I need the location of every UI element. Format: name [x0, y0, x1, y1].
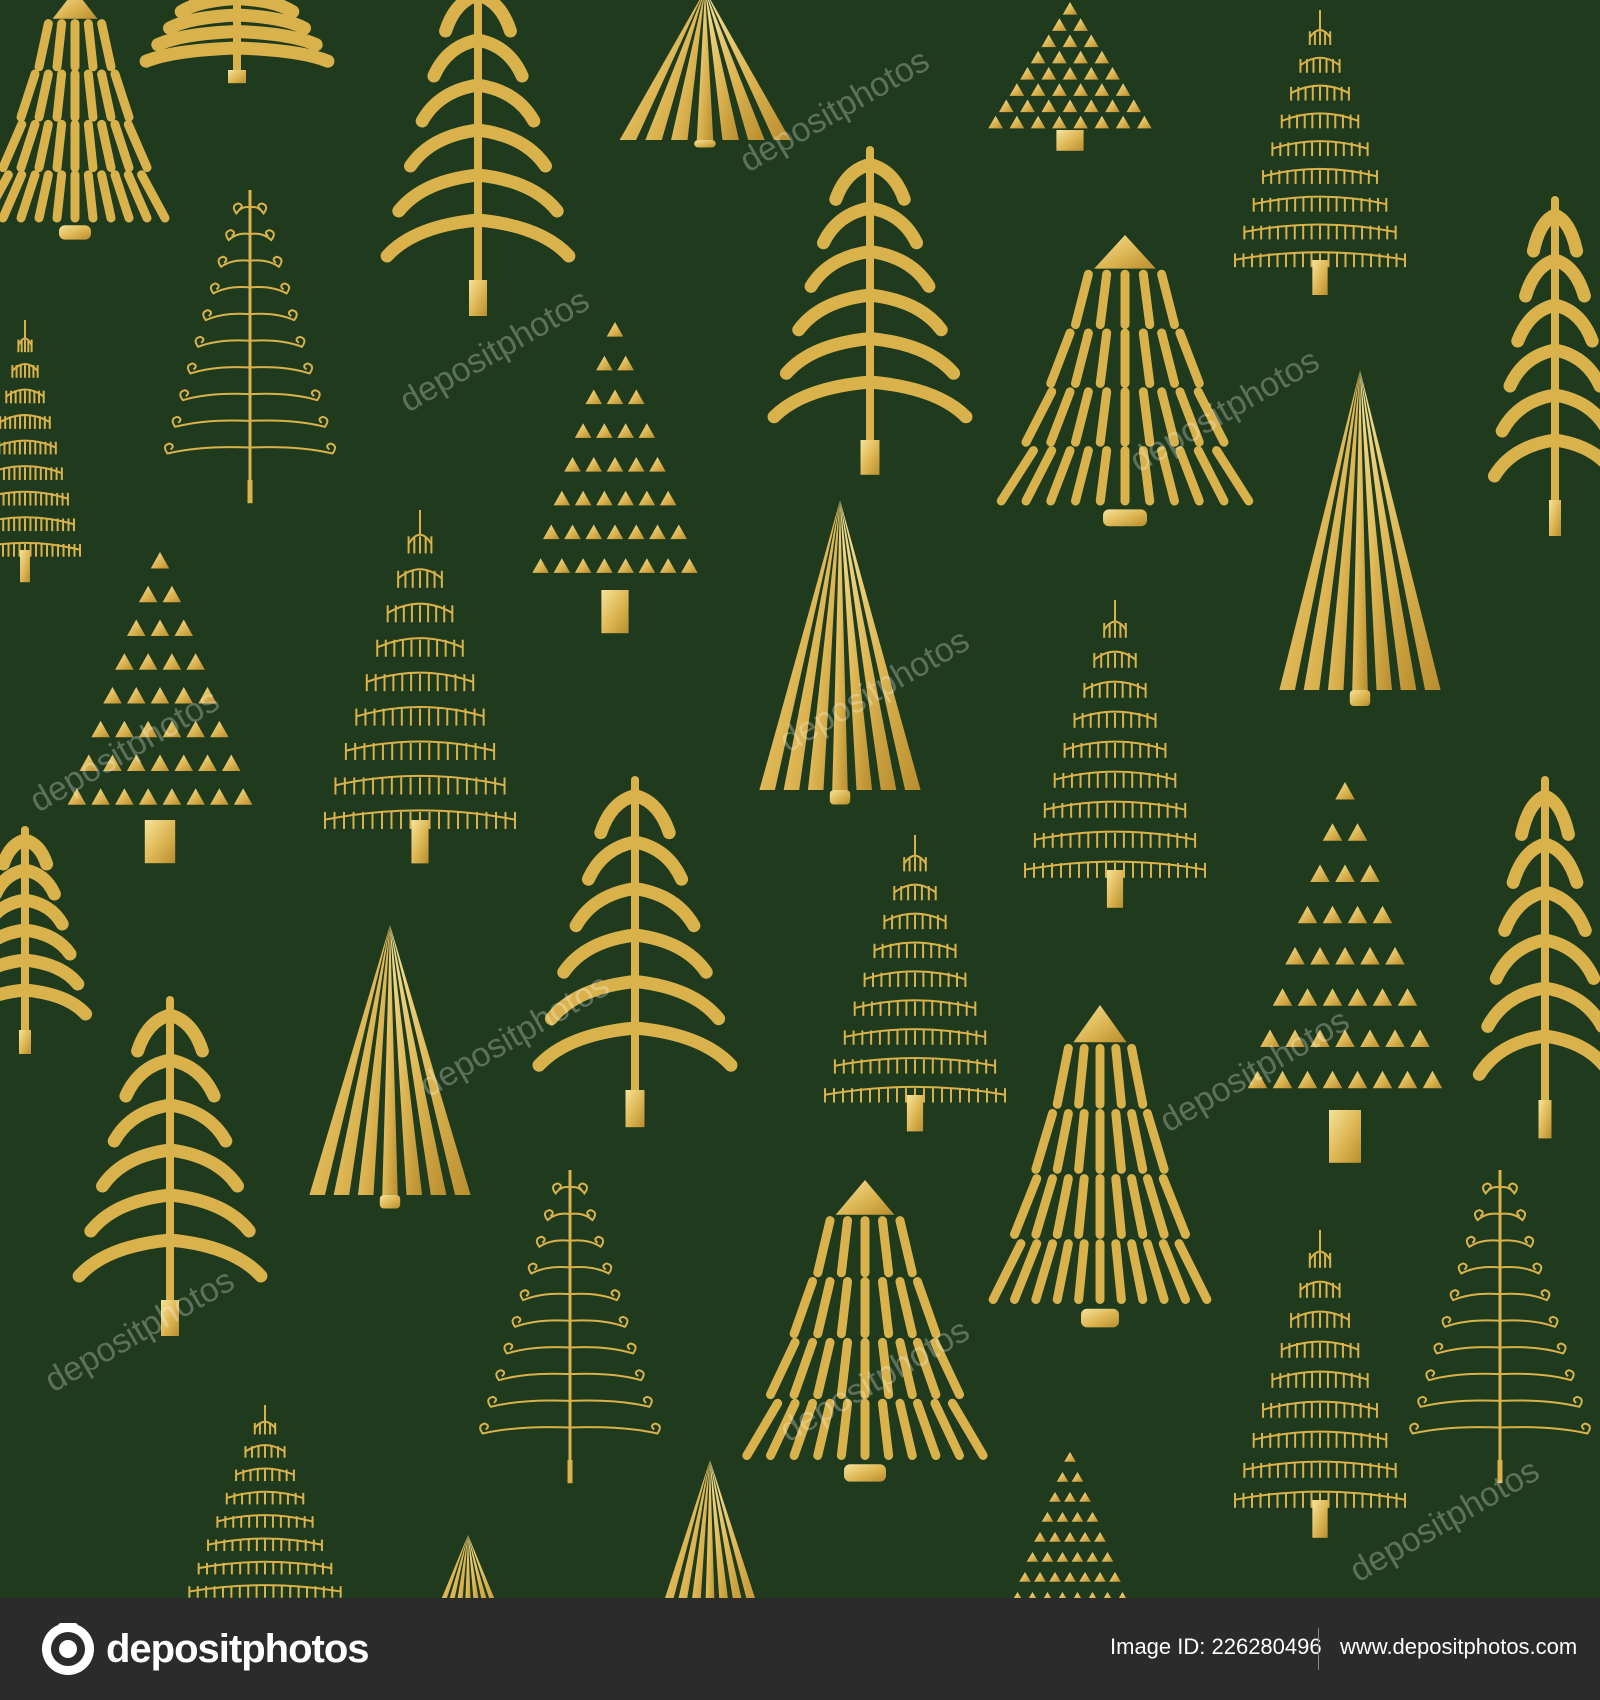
tier-stroke — [83, 19, 98, 72]
tier-stroke — [1095, 269, 1112, 330]
tier-stroke — [1111, 1043, 1126, 1109]
brand-name: depositphotos — [106, 1626, 370, 1671]
tree-trunk — [411, 820, 429, 864]
tree-trunk — [601, 590, 629, 634]
tree-trunk — [59, 225, 91, 240]
tier-stroke — [1074, 1239, 1089, 1304]
tier-stroke — [836, 1277, 853, 1339]
tree-trunk — [1103, 509, 1147, 527]
tier-stroke — [877, 1216, 894, 1278]
tree-trunk — [1349, 690, 1371, 706]
tree-trunk — [1538, 1100, 1552, 1139]
tier-stroke — [1074, 1174, 1089, 1239]
camera-aperture-icon — [42, 1623, 94, 1675]
tree-trunk — [1312, 260, 1328, 295]
tier-stroke — [83, 69, 98, 122]
tier-stroke — [52, 170, 67, 223]
tree-trunk — [844, 1464, 886, 1482]
tree-trunk — [1056, 130, 1084, 151]
tree-trunk — [1312, 1500, 1328, 1538]
tier-stroke — [1074, 1043, 1089, 1109]
stock-footer-bar: depositphotos Image ID: 226280496 www.de… — [0, 1598, 1600, 1700]
tier-stroke — [1095, 446, 1112, 506]
tree-trunk — [469, 280, 487, 316]
tier-stroke — [83, 170, 98, 223]
tree-trunk — [1329, 1110, 1361, 1163]
tier-stroke — [52, 69, 67, 122]
tier-stroke — [83, 119, 98, 173]
tree-pattern-artwork: depositphotosdepositphotosdepositphotosd… — [0, 0, 1600, 1598]
tree-trunk — [228, 70, 246, 84]
tier-stroke — [52, 119, 67, 173]
tier-stroke — [1111, 1174, 1126, 1239]
tier-stroke — [877, 1398, 894, 1460]
site-url-link[interactable]: www.depositphotos.com — [1340, 1634, 1577, 1660]
tier-stroke — [1095, 328, 1112, 388]
tree-trunk — [829, 790, 851, 805]
image-id-label: Image ID: 226280496 — [1110, 1634, 1322, 1659]
brand-logo[interactable]: depositphotos — [40, 1620, 370, 1678]
tree-trunk — [144, 820, 176, 864]
tree-trunk — [625, 1090, 645, 1128]
tier-stroke — [1095, 387, 1112, 447]
tree-trunk — [1549, 500, 1561, 536]
tier-stroke — [1074, 1109, 1089, 1174]
tree-trunk — [694, 140, 716, 148]
tier-stroke — [1111, 1109, 1126, 1174]
tier-stroke — [1138, 328, 1155, 388]
tier-stroke — [877, 1277, 894, 1339]
footer-divider — [1318, 1628, 1319, 1670]
tree-trunk — [19, 1030, 31, 1054]
tree-trunk — [379, 1195, 401, 1209]
tree-trunk — [1106, 870, 1124, 908]
tree-trunk — [20, 550, 30, 583]
tier-stroke — [836, 1216, 853, 1278]
tree-trunk — [1081, 1308, 1119, 1328]
tier-stroke — [52, 19, 67, 72]
tier-stroke — [1111, 1239, 1126, 1304]
tree-trunk — [906, 1095, 924, 1132]
tier-stroke — [1138, 269, 1155, 330]
tree-trunk — [860, 440, 880, 475]
